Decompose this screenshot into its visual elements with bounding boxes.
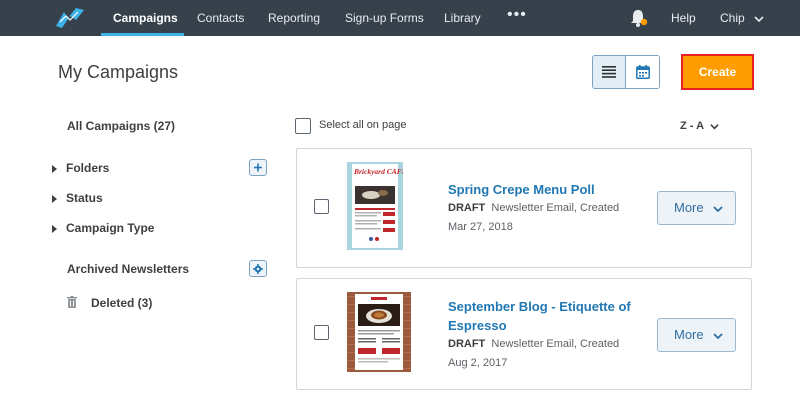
nav-signup-forms[interactable]: Sign-up Forms — [345, 0, 424, 36]
trash-icon — [67, 296, 77, 308]
plus-icon — [254, 163, 262, 172]
caret-right-icon — [52, 164, 57, 173]
sidebar-item-label: Folders — [66, 161, 110, 175]
caret-right-icon — [52, 194, 57, 203]
chevron-down-icon — [710, 123, 719, 130]
sidebar-all-campaigns[interactable]: All Campaigns (27) — [67, 119, 175, 133]
page-title: My Campaigns — [58, 62, 179, 82]
more-label: More — [674, 200, 704, 215]
list-view-button[interactable] — [593, 56, 627, 88]
sidebar-item-deleted[interactable]: Deleted (3) — [91, 296, 152, 310]
campaign-checkbox[interactable] — [314, 325, 329, 340]
status-badge: DRAFT — [448, 202, 486, 214]
campaign-meta: DRAFT Newsletter Email, Created — [448, 338, 619, 350]
top-nav: Campaigns Contacts Reporting Sign-up For… — [0, 0, 800, 36]
nav-more-menu[interactable]: ••• — [507, 0, 527, 36]
chevron-down-icon — [713, 205, 723, 212]
nav-library[interactable]: Library — [444, 0, 481, 36]
email-thumbnail[interactable] — [347, 292, 411, 372]
list-view-icon — [602, 66, 616, 78]
campaign-type-text: Newsletter Email, Created — [491, 202, 620, 214]
sidebar-item-label: Campaign Type — [66, 221, 155, 235]
gear-icon — [253, 263, 263, 274]
bell-icon[interactable] — [630, 8, 648, 28]
select-all-checkbox[interactable] — [295, 118, 311, 134]
sidebar-item-campaign-type[interactable]: Campaign Type — [52, 221, 154, 235]
sort-label: Z - A — [680, 120, 704, 132]
sidebar-item-status[interactable]: Status — [52, 191, 103, 205]
sidebar-item-folders[interactable]: Folders — [52, 161, 109, 175]
calendar-view-button[interactable] — [626, 56, 659, 88]
campaign-date: Aug 2, 2017 — [448, 357, 508, 369]
view-toggle — [592, 55, 660, 89]
nav-contacts[interactable]: Contacts — [197, 0, 244, 36]
more-button[interactable]: More — [657, 318, 736, 352]
calendar-icon — [635, 65, 650, 79]
select-all-label: Select all on page — [319, 119, 407, 131]
campaign-date: Mar 27, 2018 — [448, 221, 513, 233]
email-thumbnail[interactable]: Brickyard CAFE — [347, 162, 403, 250]
campaign-title-line: Espresso — [448, 318, 507, 333]
create-button[interactable]: Create — [681, 54, 754, 90]
campaign-card: September Blog - Etiquette of Espresso D… — [296, 278, 752, 390]
add-folder-button[interactable] — [249, 159, 267, 176]
status-badge: DRAFT — [448, 338, 486, 350]
user-menu[interactable]: Chip — [720, 0, 764, 36]
more-label: More — [674, 327, 704, 342]
user-name: Chip — [720, 11, 745, 25]
caret-right-icon — [52, 224, 57, 233]
campaign-title[interactable]: Spring Crepe Menu Poll — [448, 180, 595, 199]
sort-dropdown[interactable]: Z - A — [680, 120, 719, 132]
thumbnail-brand-text: Brickyard CAFE — [353, 167, 403, 176]
sidebar-item-label: Status — [66, 191, 103, 205]
campaign-title-line: September Blog - Etiquette of — [448, 299, 631, 314]
nav-reporting[interactable]: Reporting — [268, 0, 320, 36]
logo-icon[interactable] — [54, 6, 86, 30]
campaign-checkbox[interactable] — [314, 199, 329, 214]
campaign-meta: DRAFT Newsletter Email, Created — [448, 202, 619, 214]
nav-active-indicator — [101, 33, 184, 36]
more-button[interactable]: More — [657, 191, 736, 225]
campaign-type-text: Newsletter Email, Created — [491, 338, 620, 350]
campaign-card: Brickyard CAFE Spring Crepe Menu Poll DR… — [296, 148, 752, 268]
chevron-down-icon — [713, 332, 723, 339]
sidebar-archived-newsletters[interactable]: Archived Newsletters — [67, 262, 189, 276]
nav-campaigns[interactable]: Campaigns — [113, 0, 178, 36]
chevron-down-icon — [754, 16, 764, 22]
archive-settings-button[interactable] — [249, 260, 267, 277]
campaign-title[interactable]: September Blog - Etiquette of Espresso — [448, 297, 631, 335]
nav-help[interactable]: Help — [671, 0, 696, 36]
